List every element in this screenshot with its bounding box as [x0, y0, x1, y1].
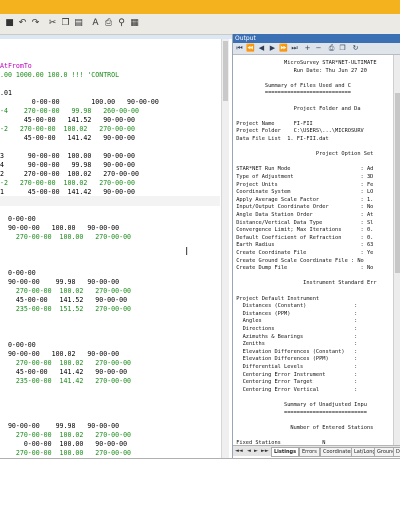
output-panel: Output ⏮ ⏪ ◀ ▶ ⏩ ⏭ + − ⎙ ❐ ↻ MicroSurvey…	[232, 34, 400, 458]
tab-nav-prev-icon[interactable]: ◄	[247, 447, 251, 455]
editor-line: 1 45-00-00 141.42 90-00-00	[0, 188, 135, 196]
tab-di[interactable]: Di	[393, 447, 400, 457]
next-page-icon[interactable]: ⏩	[279, 44, 288, 53]
paste-icon[interactable]: ▤	[73, 18, 84, 29]
output-line: Run Date: Thu Jun 27 20	[233, 67, 367, 74]
redo-icon[interactable]: ↷	[30, 18, 41, 29]
zoom-out-icon[interactable]: −	[314, 44, 323, 53]
output-toolbar: ⏮ ⏪ ◀ ▶ ⏩ ⏭ + − ⎙ ❐ ↻	[233, 43, 400, 55]
editor-line: .00 1000.00 100.0 !!! 'CONTROL	[0, 71, 120, 79]
current-line-highlight	[0, 196, 220, 206]
tab-nav-first-icon[interactable]: ◄◄	[235, 447, 243, 455]
output-line: Create Dump File : No	[233, 265, 374, 272]
output-line: Number of Entered Stations	[233, 424, 374, 431]
save-icon[interactable]: ■	[4, 18, 15, 29]
text-cursor-icon: I	[185, 245, 189, 258]
output-line: Project Folder and Da	[233, 105, 361, 112]
refresh-icon[interactable]: ↻	[351, 44, 360, 53]
cut-icon[interactable]: ✂	[47, 18, 58, 29]
grid-icon[interactable]: ▦	[129, 18, 140, 29]
last-page-icon[interactable]: ⏭	[290, 44, 299, 53]
output-scroll-thumb[interactable]	[395, 93, 400, 273]
tab-nav-next-icon[interactable]: ►	[254, 447, 258, 455]
editor-line: 235-00-00 151.52 270-00-00	[0, 305, 132, 313]
first-page-icon[interactable]: ⏮	[235, 44, 244, 53]
editor-line: 270-00-00 100.00 270-00-00	[0, 233, 132, 241]
output-line: ===========================	[233, 90, 351, 97]
font-icon[interactable]: A	[90, 18, 101, 29]
tab-nav-last-icon[interactable]: ►►	[261, 447, 269, 455]
prev-icon[interactable]: ◀	[257, 44, 266, 53]
copy-icon[interactable]: ❐	[60, 18, 71, 29]
prev-page-icon[interactable]: ⏪	[246, 44, 255, 53]
undo-icon[interactable]: ↶	[17, 18, 28, 29]
data-editor[interactable]: AtFromTo .00 1000.00 100.0 !!! 'CONTROL .0…	[0, 39, 229, 458]
output-line: Data File List 1. FI-FII.dat	[233, 136, 329, 142]
output-line: Instrument Standard Err	[233, 280, 377, 287]
output-scrollbar[interactable]	[393, 55, 400, 445]
output-title: Output	[233, 34, 400, 43]
search-icon[interactable]: ⚲	[116, 18, 127, 29]
status-area	[0, 459, 400, 516]
zoom-in-icon[interactable]: +	[303, 44, 312, 53]
print-icon[interactable]: ⎙	[327, 44, 336, 53]
editor-scrollbar[interactable]	[221, 39, 229, 458]
editor-line: 45-00-00 141.42 90-00-00	[0, 134, 135, 142]
output-line: ==========================	[233, 409, 367, 416]
title-bar	[0, 0, 400, 14]
next-icon[interactable]: ▶	[268, 44, 277, 53]
output-line: Centering Error Vertical :	[233, 386, 358, 393]
main-toolbar: ■ ↶ ↷ ✂ ❐ ▤ A ⎙ ⚲ ▦	[0, 14, 400, 35]
output-tabs: ◄◄ ◄ ► ►► Listings Errors Coordinates Lat/L…	[233, 445, 400, 457]
print-icon[interactable]: ⎙	[103, 18, 114, 29]
copy-icon[interactable]: ❐	[338, 44, 347, 53]
output-line: Project Option Set	[233, 151, 374, 158]
editor-line: 270-00-00 100.00 270-00-00	[0, 449, 132, 457]
output-listing[interactable]: MicroSurvey STAR*NET-ULTIMATE Run Date: …	[233, 55, 393, 445]
editor-scroll-thumb[interactable]	[223, 41, 228, 101]
editor-line: 235-00-00 141.42 270-00-00	[0, 377, 132, 385]
tab-listings[interactable]: Listings	[271, 447, 300, 457]
tab-errors[interactable]: Errors	[299, 447, 320, 457]
